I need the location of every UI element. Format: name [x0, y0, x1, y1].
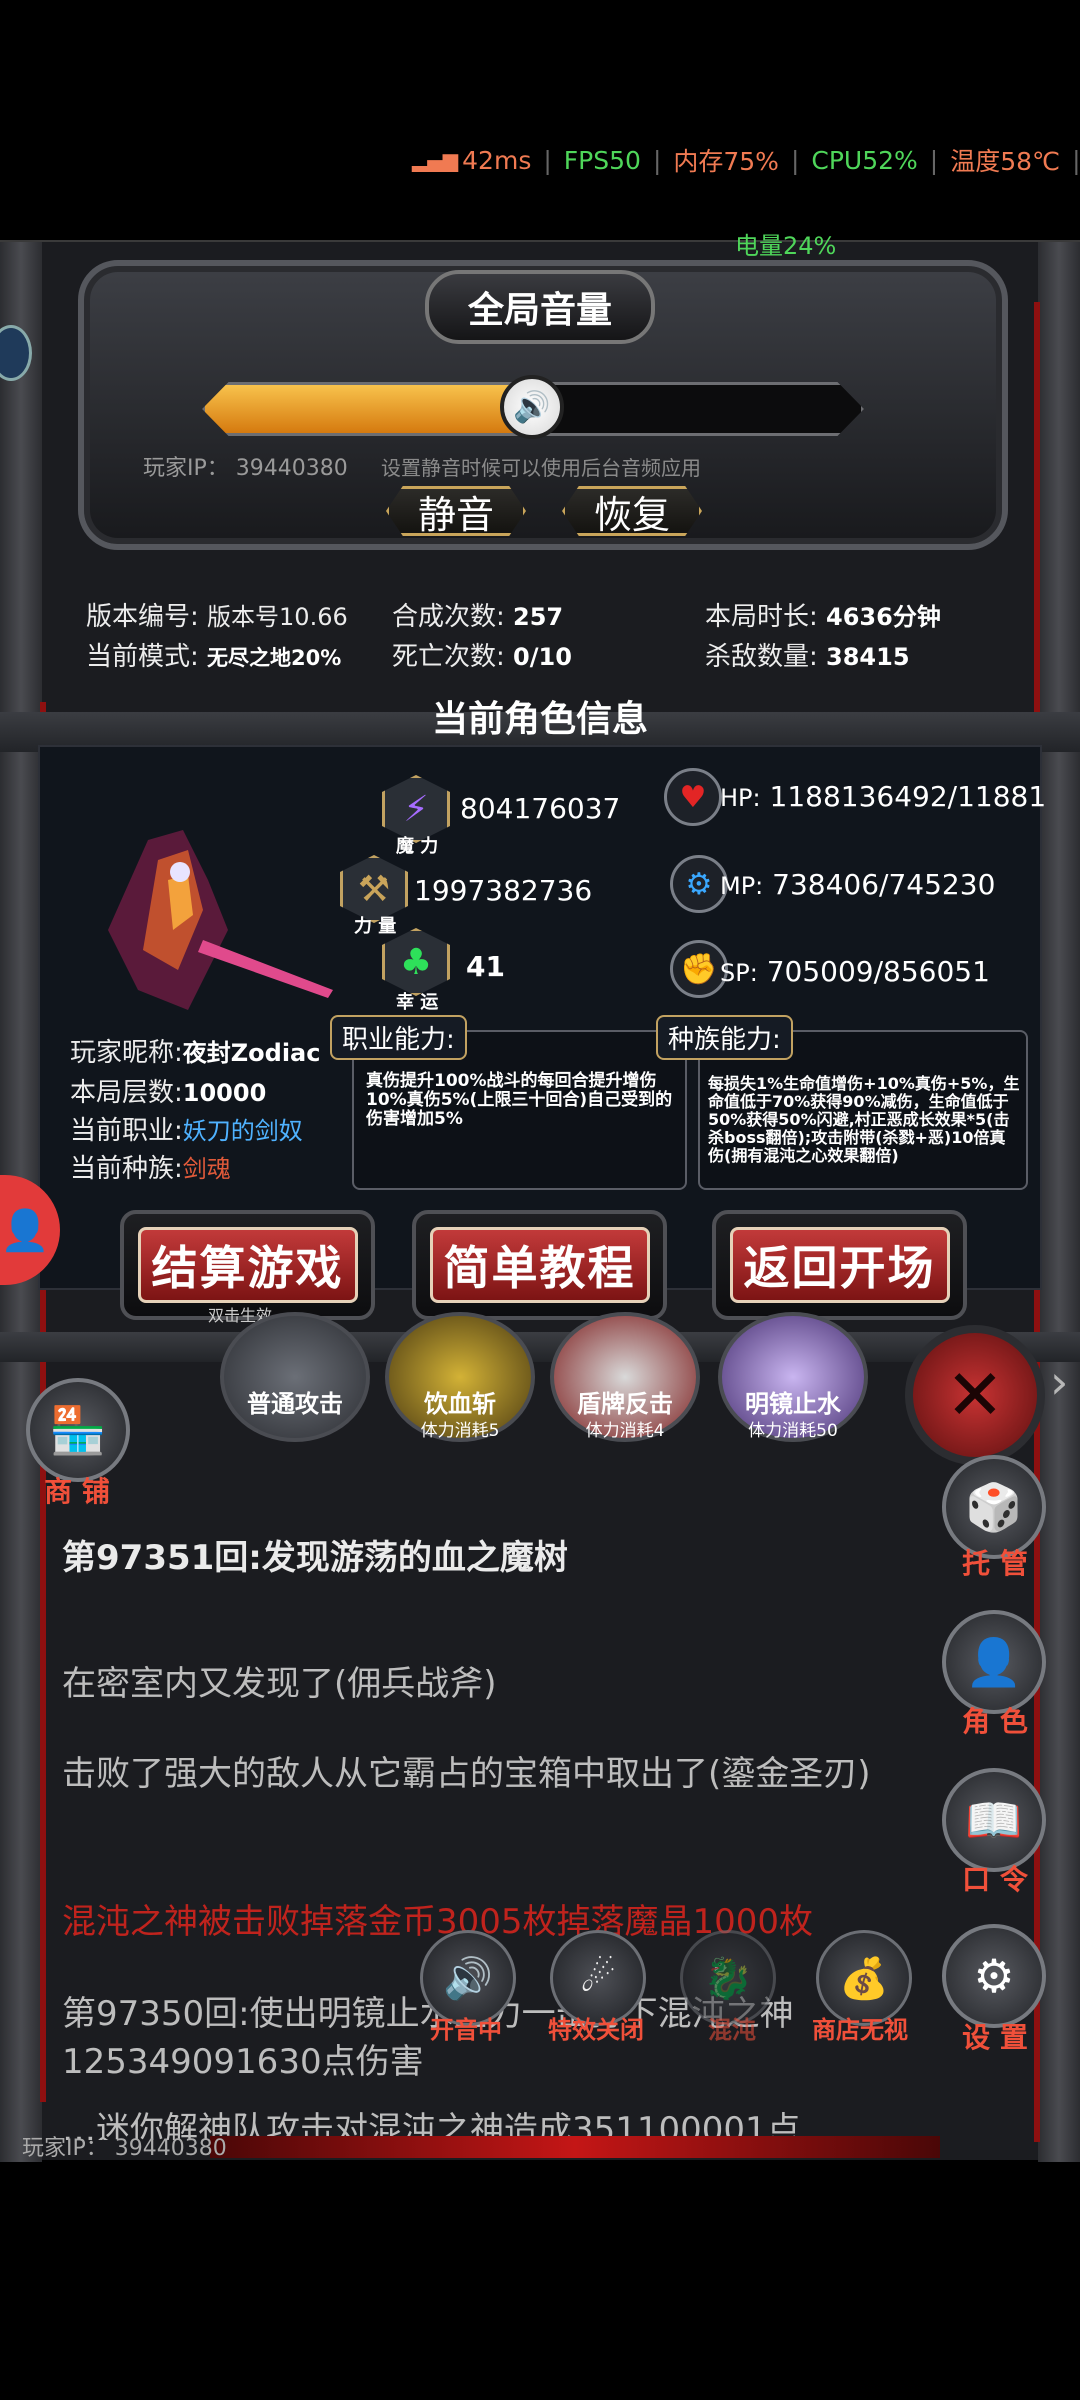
character-portrait — [88, 820, 338, 1020]
skill-blood-slash[interactable]: 饮血斩 体力消耗5 — [385, 1312, 535, 1442]
skill-mirror-water[interactable]: 明镜止水 体力消耗50 — [718, 1312, 868, 1442]
role-button[interactable]: 👤 — [942, 1610, 1046, 1714]
nickname-row: 玩家昵称:夜封Zodiac — [70, 1038, 321, 1068]
death-row: 死亡次数: 0/10 — [392, 642, 572, 672]
fps-value: FPS50 — [563, 145, 641, 175]
hp-row: HP: 1188136492/11881 — [720, 780, 1047, 813]
log-line: 混沌之神被击败掉落金币3005枚掉落魔晶1000枚 — [62, 1902, 814, 1942]
luck-value: 41 — [466, 950, 505, 983]
character-section-title: 当前角色信息 — [431, 699, 648, 740]
memory-value: 内存75% — [673, 147, 779, 176]
battery-level: 电量24% — [735, 232, 837, 260]
auto-label: 托 管 — [962, 1547, 1028, 1580]
magic-value: 804176037 — [460, 792, 621, 825]
restore-button[interactable]: 恢复 — [562, 486, 702, 536]
floor-row: 本局层数:10000 — [70, 1078, 267, 1108]
role-label: 角 色 — [962, 1705, 1028, 1738]
red-decor-bar — [210, 2136, 940, 2158]
luck-label: 幸 运 — [396, 992, 439, 1013]
game-screen: ▂▄▆ 42ms| FPS50| 内存75%| CPU52%| 温度58℃| G… — [0, 0, 1080, 2400]
effects-label: 特效关闭 — [548, 2016, 644, 2044]
race-ability-text: 每损失1%生命值增伤+10%真伤+5%，生命值低于70%获得90%减伤，生命值低… — [708, 1074, 1020, 1165]
gear-icon[interactable]: ⚙ — [942, 1924, 1046, 2028]
magic-label: 魔 力 — [396, 836, 439, 857]
class-ability-text: 真伤提升100%战斗的每回合提升增伤10%真伤5%(上限三十回合)自己受到的伤害… — [366, 1071, 673, 1129]
footer-player-ip: 玩家IP： 39440380 — [22, 2136, 227, 2161]
shop-ad-label: 商店无视 — [812, 2016, 908, 2044]
skill-normal-attack[interactable]: 普通攻击 — [220, 1312, 370, 1442]
cpu-value: CPU52% — [811, 145, 918, 175]
strength-label: 力 量 — [354, 916, 397, 937]
shop-label: 商 铺 — [44, 1475, 110, 1508]
chevron-right-icon[interactable]: › — [1050, 1355, 1068, 1409]
shop-button[interactable]: 🏪 — [26, 1378, 130, 1482]
race-row: 当前种族:剑魂 — [70, 1154, 231, 1184]
merge-row: 合成次数: 257 — [392, 602, 564, 632]
skill-shield-counter[interactable]: 盾牌反击 体力消耗4 — [550, 1312, 700, 1442]
log-line: 在密室内又发现了(佣兵战斧) — [62, 1664, 497, 1704]
heart-icon: ♥ — [664, 768, 722, 826]
sound-label: 开音中 — [430, 2016, 502, 2044]
signal-icon: ▂▄▆ — [412, 148, 459, 172]
tutorial-button[interactable]: 简单教程 — [412, 1210, 667, 1320]
strength-value: 1997382736 — [414, 874, 593, 907]
log-line: 第97351回:发现游荡的血之魔树 — [62, 1538, 568, 1578]
dragon-label: 混沌 — [708, 2016, 756, 2044]
settings-label: 设 置 — [962, 2021, 1028, 2054]
speaker-icon[interactable]: 🔊 — [500, 375, 564, 439]
ping-value: 42ms — [462, 145, 532, 175]
class-ability-title: 职业能力: — [330, 1015, 467, 1060]
race-ability-title: 种族能力: — [656, 1015, 793, 1060]
return-start-button[interactable]: 返回开场 — [712, 1210, 967, 1320]
class-row: 当前职业:妖刀的剑奴 — [70, 1116, 303, 1146]
code-book-icon[interactable]: 📖 — [942, 1768, 1046, 1872]
mp-row: MP: 738406/745230 — [720, 868, 996, 901]
code-label: 口 令 — [962, 1863, 1028, 1896]
volume-title: 全局音量 — [425, 270, 655, 344]
temp-value: 温度58℃ — [950, 147, 1061, 176]
kills-row: 杀敌数量: 38415 — [705, 642, 910, 672]
version-row: 版本编号: 版本号10.66 — [86, 602, 348, 632]
mute-button[interactable]: 静音 — [386, 486, 526, 536]
duration-row: 本局时长: 4636分钟 — [705, 602, 941, 632]
player-ip: 玩家IP： 39440380 — [143, 456, 348, 481]
performance-overlay: ▂▄▆ 42ms| FPS50| 内存75%| CPU52%| 温度58℃| G… — [412, 140, 1080, 180]
mode-row: 当前模式: 无尽之地20% — [86, 642, 342, 672]
volume-hint: 设置静音时候可以使用后台音频应用 — [381, 456, 701, 480]
volume-slider-fill — [205, 385, 547, 433]
sp-row: SP: 705009/856051 — [720, 955, 990, 988]
log-line: 击败了强大的敌人从它霸占的宝箱中取出了(鎏金圣刃) — [62, 1754, 871, 1794]
